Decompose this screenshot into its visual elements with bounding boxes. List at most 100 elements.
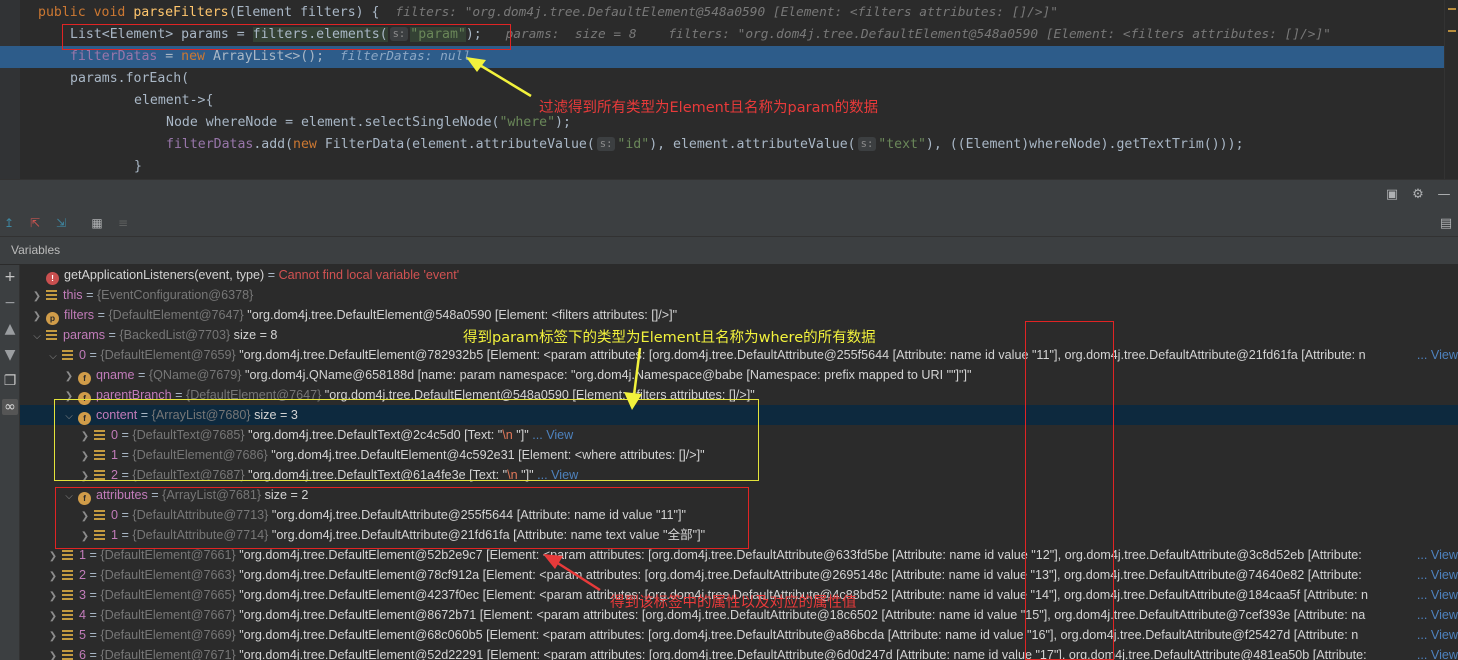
tree-row-content-2[interactable]: ❯ 2 = {DefaultText@7687} "org.dom4j.tree.…	[20, 465, 1458, 485]
list-item-icon	[62, 570, 73, 580]
tree-row-filters[interactable]: ❯ p filters = {DefaultElement@7647} "org.d…	[20, 305, 1458, 325]
view-link[interactable]: ... View	[1412, 545, 1458, 565]
row-eq: =	[264, 268, 279, 282]
move-up-icon[interactable]: ▲	[2, 321, 18, 337]
view-link[interactable]: ... View	[1412, 605, 1458, 625]
expand-arrow-icon[interactable]: ❯	[78, 467, 92, 485]
collapse-arrow-icon[interactable]: ⌵	[30, 327, 44, 345]
tree-row-attributes[interactable]: ⌵ f attributes = {ArrayList@7681} size = 2	[20, 485, 1458, 505]
code-editor[interactable]: public void parseFilters(Element filters…	[0, 0, 1458, 179]
add-watch-icon[interactable]: +	[2, 269, 18, 285]
tree-row-this[interactable]: ❯ this = {EventConfiguration@6378}	[20, 285, 1458, 305]
row-name: content	[96, 408, 138, 422]
expand-arrow-icon[interactable]: ❯	[46, 647, 60, 660]
row-eq: =	[94, 308, 109, 322]
row-name: 2	[111, 468, 119, 482]
escape-char: \n	[502, 428, 513, 442]
row-name: this	[63, 288, 83, 302]
variables-title: Variables	[11, 243, 61, 257]
tree-row-param-6[interactable]: ❯ 6 = {DefaultElement@7671} "org.dom4j.tr…	[20, 645, 1458, 660]
show-watches-icon[interactable]: ∞	[2, 399, 18, 415]
code-line-2[interactable]: List<Element> params = filters.elements(…	[0, 24, 1458, 46]
tree-row-param-1[interactable]: ❯ 1 = {DefaultElement@7661} "org.dom4j.tr…	[20, 545, 1458, 565]
code-line-1[interactable]: public void parseFilters(Element filters…	[0, 2, 1458, 24]
layout-icon[interactable]: ▤	[1438, 215, 1454, 231]
tree-row-content-1[interactable]: ❯ 1 = {DefaultElement@7686} "org.dom4j.tr…	[20, 445, 1458, 465]
code-text: ArrayList<>();	[205, 49, 325, 64]
expand-arrow-icon[interactable]: ❯	[46, 567, 60, 585]
row-value: size = 8	[230, 328, 278, 342]
view-link[interactable]: ... View	[534, 468, 578, 482]
row-eq: =	[137, 408, 152, 422]
copy-icon[interactable]: ❐	[2, 373, 18, 389]
variables-side-toolbar: + − ▲ ▼ ❐ ∞	[0, 265, 20, 660]
expand-arrow-icon[interactable]: ❯	[46, 587, 60, 605]
tree-row-param-5[interactable]: ❯ 5 = {DefaultElement@7669} "org.dom4j.tr…	[20, 625, 1458, 645]
row-eq: =	[118, 428, 133, 442]
expand-arrow-icon[interactable]: ❯	[78, 447, 92, 465]
code-line-3-current[interactable]: filterDatas = new ArrayList<>(); filterD…	[0, 46, 1458, 68]
row-type: {QName@7679}	[148, 368, 242, 382]
expand-arrow-icon[interactable]: ❯	[62, 387, 76, 405]
row-value: "org.dom4j.tree.DefaultElement@52b2e9c7 …	[235, 548, 1362, 562]
minimize-icon[interactable]: —	[1436, 186, 1452, 202]
view-link[interactable]: ... View	[1412, 625, 1458, 645]
editor-scrollbar[interactable]	[1444, 0, 1458, 179]
collapse-arrow-icon[interactable]: ⌵	[62, 487, 76, 505]
inline-debug-hint: filters: "org.dom4j.tree.DefaultElement@…	[395, 5, 1058, 20]
row-type: {ArrayList@7681}	[162, 488, 262, 502]
move-down-icon[interactable]: ▼	[2, 347, 18, 363]
row-type: {DefaultElement@7659}	[100, 348, 236, 362]
tree-row-param-2[interactable]: ❯ 2 = {DefaultElement@7663} "org.dom4j.tr…	[20, 565, 1458, 585]
restore-layout-icon[interactable]: ▣	[1384, 186, 1400, 202]
tree-row-content[interactable]: ⌵ f content = {ArrayList@7680} size = 3	[20, 405, 1458, 425]
expand-arrow-icon[interactable]: ❯	[78, 427, 92, 445]
expand-arrow-icon[interactable]: ❯	[78, 527, 92, 545]
expand-arrow-icon[interactable]: ❯	[30, 287, 44, 305]
expand-arrow-icon[interactable]: ❯	[62, 367, 76, 385]
list-item-icon	[94, 530, 105, 540]
row-type: {DefaultElement@7671}	[100, 648, 236, 660]
tree-row-parentbranch[interactable]: ❯ f parentBranch = {DefaultElement@7647} "…	[20, 385, 1458, 405]
tree-row-attributes-1[interactable]: ❯ 1 = {DefaultAttribute@7714} "org.dom4j.…	[20, 525, 1458, 545]
row-eq: =	[147, 488, 163, 502]
expand-arrow-icon[interactable]: ❯	[30, 307, 44, 325]
view-link[interactable]: ... View	[1412, 645, 1458, 660]
view-link[interactable]: ... View	[1412, 565, 1458, 585]
expand-arrow-icon[interactable]: ❯	[46, 607, 60, 625]
row-name: 3	[79, 588, 87, 602]
code-line-7[interactable]: filterDatas.add(new FilterData(element.a…	[0, 134, 1458, 156]
remove-watch-icon[interactable]: −	[2, 295, 18, 311]
row-value: "org.dom4j.tree.DefaultElement@548a0590 …	[321, 388, 755, 402]
param-hint-chip: s:	[389, 27, 409, 41]
collapse-arrow-icon[interactable]: ⌵	[46, 347, 60, 365]
tree-row-content-0[interactable]: ❯ 0 = {DefaultText@7685} "org.dom4j.tree.…	[20, 425, 1458, 445]
expand-arrow-icon[interactable]: ❯	[46, 547, 60, 565]
code-line-8[interactable]: }	[0, 156, 1458, 178]
view-link[interactable]: ... View	[1412, 585, 1458, 605]
tree-row-error[interactable]: ! getApplicationListeners(event, type) = …	[20, 265, 1458, 285]
tree-row-attributes-0[interactable]: ❯ 0 = {DefaultAttribute@7713} "org.dom4j.…	[20, 505, 1458, 525]
trace-icon[interactable]: ≡	[114, 214, 132, 232]
row-type: {ArrayList@7680}	[151, 408, 251, 422]
run-to-cursor-icon[interactable]: ⇲	[52, 214, 70, 232]
expand-arrow-icon[interactable]: ❯	[78, 507, 92, 525]
row-eq: =	[86, 568, 101, 582]
collapse-arrow-icon[interactable]: ⌵	[62, 407, 76, 425]
row-type: {DefaultElement@7647}	[108, 308, 244, 322]
row-value: "org.dom4j.tree.DefaultElement@4c592e31 …	[267, 448, 705, 462]
drop-frame-icon[interactable]: ⇱	[26, 214, 44, 232]
field-icon: f	[78, 412, 91, 425]
evaluate-expression-icon[interactable]: ▦	[88, 214, 106, 232]
tree-row-qname[interactable]: ❯ f qname = {QName@7679} "org.dom4j.QName@…	[20, 365, 1458, 385]
view-link[interactable]: ... View	[529, 428, 573, 442]
step-out-icon[interactable]: ↥	[0, 214, 18, 232]
tree-row-param-0[interactable]: ⌵ 0 = {DefaultElement@7659} "org.dom4j.tr…	[20, 345, 1458, 365]
view-link[interactable]: ... View	[1412, 345, 1458, 365]
code-line-4[interactable]: params.forEach(	[0, 68, 1458, 90]
expand-arrow-icon[interactable]: ❯	[46, 627, 60, 645]
gear-icon[interactable]: ⚙	[1410, 186, 1426, 202]
row-name: parentBranch	[96, 388, 172, 402]
keyword: public	[38, 5, 86, 20]
row-name: 1	[111, 528, 119, 542]
